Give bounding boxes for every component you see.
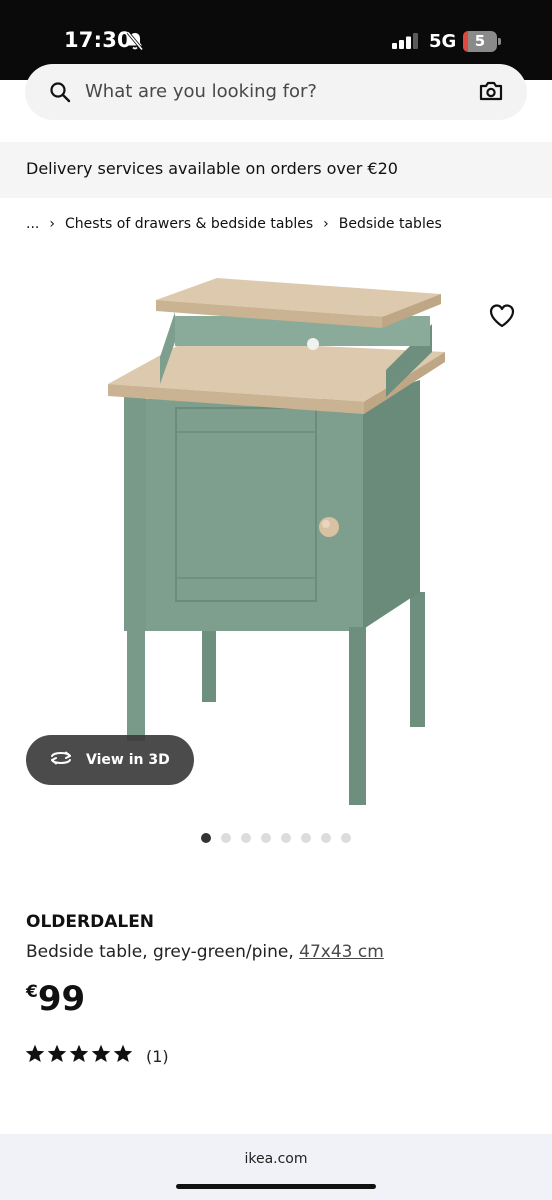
carousel-dot[interactable] (261, 833, 271, 843)
battery-tip (498, 38, 501, 45)
heart-outline-icon[interactable] (488, 303, 516, 333)
carousel-dot[interactable] (321, 833, 331, 843)
status-time: 17:30 (64, 28, 132, 52)
carousel-dots (201, 833, 351, 843)
price-amount: 99 (37, 979, 86, 1019)
search-bar[interactable] (25, 64, 527, 120)
battery-fill (463, 31, 468, 52)
product-size-link[interactable]: 47x43 cm (299, 942, 384, 962)
price-currency: € (26, 982, 38, 1002)
url-text: ikea.com (244, 1151, 308, 1167)
signal-icon (392, 33, 420, 53)
star-icon (91, 1044, 114, 1067)
search-icon (49, 81, 71, 107)
view-in-3d-button[interactable]: View in 3D (26, 735, 194, 785)
carousel-dot[interactable] (241, 833, 251, 843)
breadcrumb-ellipsis[interactable]: ... (26, 216, 39, 232)
home-indicator[interactable] (176, 1184, 376, 1189)
star-icon (113, 1044, 136, 1067)
product-description-text: Bedside table, grey-green/pine, (26, 942, 294, 962)
bell-slash-icon (126, 31, 144, 55)
star-icon (25, 1044, 48, 1067)
carousel-dot[interactable] (201, 833, 211, 843)
rotate-3d-icon (48, 749, 74, 771)
star-icon (47, 1044, 70, 1067)
camera-icon[interactable] (478, 80, 504, 106)
product-description: Bedside table, grey-green/pine, 47x43 cm (26, 942, 384, 962)
breadcrumb-item-chests[interactable]: Chests of drawers & bedside tables (65, 216, 313, 232)
delivery-text: Delivery services available on orders ov… (26, 159, 398, 178)
battery-indicator: 5 (463, 31, 497, 52)
view-in-3d-label: View in 3D (86, 752, 170, 768)
chevron-right-icon: › (49, 216, 55, 232)
carousel-dot[interactable] (341, 833, 351, 843)
chevron-right-icon: › (323, 216, 329, 232)
breadcrumb-item-bedside-tables[interactable]: Bedside tables (339, 216, 442, 232)
search-input[interactable] (85, 74, 465, 108)
browser-url-bar[interactable]: ikea.com (0, 1134, 552, 1200)
delivery-banner[interactable]: Delivery services available on orders ov… (0, 142, 552, 198)
product-name: OLDERDALEN (26, 912, 155, 932)
review-count: (1) (146, 1046, 169, 1066)
breadcrumb: ... › Chests of drawers & bedside tables… (26, 214, 442, 234)
carousel-dot[interactable] (281, 833, 291, 843)
carousel-dot[interactable] (221, 833, 231, 843)
product-rating[interactable]: (1) (25, 1044, 169, 1067)
product-price: € 99 (26, 978, 85, 1020)
network-type: 5G (429, 31, 457, 52)
carousel-dot[interactable] (301, 833, 311, 843)
rating-stars (25, 1044, 136, 1067)
battery-level: 5 (474, 32, 486, 50)
star-icon (69, 1044, 92, 1067)
